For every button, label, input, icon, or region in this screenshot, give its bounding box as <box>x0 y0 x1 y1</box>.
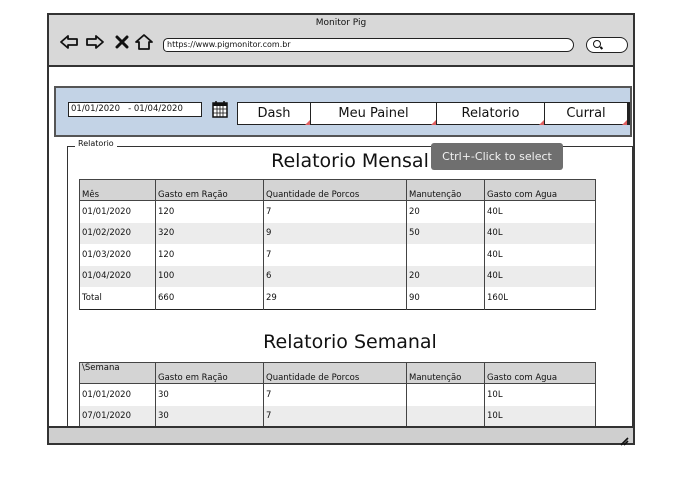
table-cell: 100 <box>155 265 264 287</box>
table-cell: 6 <box>263 265 407 287</box>
table-cell: 01/02/2020 <box>79 222 156 244</box>
table-cell: 20 <box>406 200 485 223</box>
table-cell: 120 <box>155 200 264 223</box>
filter-toolbar: 01/01/2020 - 01/04/2020 Dash Meu Painel … <box>54 86 632 137</box>
table-cell: 10L <box>484 405 596 428</box>
title-bar: Monitor Pig https://www.pigmonitor.com.b… <box>49 15 633 67</box>
table-cell: 7 <box>263 383 407 406</box>
close-icon[interactable] <box>112 32 132 52</box>
weekly-report-title: Relatorio Semanal <box>263 331 437 353</box>
table-cell: 29 <box>263 287 407 309</box>
table-cell: 7 <box>263 405 407 428</box>
tab-curral[interactable]: Curral <box>544 102 628 125</box>
table-cell: 40L <box>484 222 596 244</box>
column-header-pig-count: Quantidade de Porcos <box>263 179 407 201</box>
table-cell: 01/03/2020 <box>79 244 156 266</box>
tab-meu-painel[interactable]: Meu Painel <box>310 102 437 125</box>
panel-legend: Relatorio <box>75 139 117 148</box>
table-cell: 120 <box>155 244 264 266</box>
search-field[interactable] <box>586 37 628 53</box>
tab-label: Meu Painel <box>338 106 409 121</box>
resize-grip-icon[interactable] <box>619 431 629 446</box>
report-panel: Relatorio Mensal Mês Gasto em Ração Quan… <box>67 146 633 432</box>
table-row[interactable]: 01/02/2020 320 9 50 40L <box>79 222 596 244</box>
table-cell <box>406 405 485 428</box>
column-header-feed-cost: Gasto em Ração <box>155 362 264 384</box>
table-cell: 320 <box>155 222 264 244</box>
column-header-feed-cost: Gasto em Ração <box>155 179 264 201</box>
table-cell: 20 <box>406 265 485 287</box>
column-header-week: \Semana <box>79 362 156 384</box>
table-cell: Total <box>79 287 156 309</box>
table-cell: 10L <box>484 383 596 406</box>
tab-label: Curral <box>566 106 606 121</box>
tab-label: Dash <box>257 106 291 121</box>
table-row-total[interactable]: Total 660 29 90 160L <box>79 287 596 309</box>
status-bar <box>49 426 633 446</box>
forward-arrow-icon[interactable] <box>85 32 105 52</box>
monthly-report-table: Mês Gasto em Ração Quantidade de Porcos … <box>79 179 596 310</box>
url-bar[interactable]: https://www.pigmonitor.com.br <box>163 38 574 52</box>
date-range-input[interactable]: 01/01/2020 - 01/04/2020 <box>68 102 202 117</box>
table-header-row: \Semana Gasto em Ração Quantidade de Por… <box>79 362 596 384</box>
table-cell: 7 <box>263 200 407 223</box>
table-header-row: Mês Gasto em Ração Quantidade de Porcos … <box>79 179 596 201</box>
calendar-icon[interactable] <box>212 100 228 118</box>
table-cell: 40L <box>484 200 596 223</box>
back-arrow-icon[interactable] <box>59 32 79 52</box>
table-cell: 30 <box>155 383 264 406</box>
column-header-water-cost: Gasto com Agua <box>484 362 596 384</box>
table-cell: 50 <box>406 222 485 244</box>
table-row[interactable]: 01/04/2020 100 6 20 40L <box>79 265 596 287</box>
tab-bar-edge <box>627 102 630 125</box>
table-cell: 30 <box>155 405 264 428</box>
window-title: Monitor Pig <box>315 18 367 28</box>
column-header-maintenance: Manutenção <box>406 179 485 201</box>
table-cell: 90 <box>406 287 485 309</box>
browser-window: Monitor Pig https://www.pigmonitor.com.b… <box>47 13 635 446</box>
tab-dash[interactable]: Dash <box>237 102 311 125</box>
table-cell: 40L <box>484 244 596 266</box>
table-cell: 01/04/2020 <box>79 265 156 287</box>
column-header-pig-count: Quantidade de Porcos <box>263 362 407 384</box>
table-row[interactable]: 07/01/2020 30 7 10L <box>79 405 596 428</box>
search-icon <box>593 40 601 48</box>
column-header-water-cost: Gasto com Agua <box>484 179 596 201</box>
column-header-month: Mês <box>79 179 156 201</box>
table-cell: 7 <box>263 244 407 266</box>
weekly-report-table: \Semana Gasto em Ração Quantidade de Por… <box>79 362 596 428</box>
table-row[interactable]: 01/01/2020 120 7 20 40L <box>79 200 596 223</box>
table-cell: 01/01/2020 <box>79 383 156 406</box>
table-cell: 07/01/2020 <box>79 405 156 428</box>
table-cell <box>406 383 485 406</box>
table-row[interactable]: 01/03/2020 120 7 40L <box>79 244 596 266</box>
column-header-maintenance: Manutenção <box>406 362 485 384</box>
table-cell: 40L <box>484 265 596 287</box>
table-cell: 01/01/2020 <box>79 200 156 223</box>
home-icon[interactable] <box>134 32 154 52</box>
table-cell: 660 <box>155 287 264 309</box>
tab-relatorio[interactable]: Relatorio <box>436 102 545 125</box>
table-row[interactable]: 01/01/2020 30 7 10L <box>79 383 596 406</box>
table-cell <box>406 244 485 266</box>
tab-label: Relatorio <box>461 106 520 121</box>
table-cell: 9 <box>263 222 407 244</box>
tooltip: Ctrl+-Click to select <box>431 143 563 170</box>
table-cell: 160L <box>484 287 596 309</box>
